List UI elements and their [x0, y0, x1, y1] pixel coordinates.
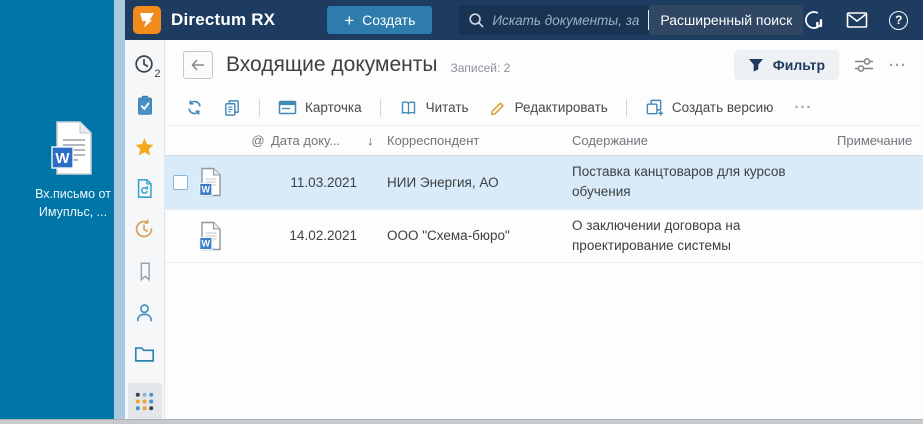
- document-refresh-icon: [134, 177, 156, 200]
- apps-grid-icon: [133, 390, 156, 413]
- toolbar-separator: [379, 98, 381, 117]
- records-count: Записей: 2: [450, 60, 511, 75]
- main-content: Входящие документы Записей: 2 Фильтр ···…: [165, 40, 923, 419]
- cell-content: О заключении договора на проектирование …: [572, 217, 741, 253]
- bookmark-icon: [134, 260, 156, 283]
- window-bottom-edge: [0, 419, 923, 424]
- view-settings-icon[interactable]: [852, 55, 876, 75]
- word-document-icon: W: [199, 167, 245, 197]
- cell-date: 11.03.2021: [290, 174, 357, 190]
- mail-icon[interactable]: [846, 11, 868, 29]
- column-header-date[interactable]: Дата доку...: [271, 133, 367, 148]
- toolbar-separator: [259, 98, 260, 117]
- sidebar-item-recent[interactable]: 2: [128, 52, 162, 80]
- app-title: Directum RX: [171, 10, 276, 29]
- list-toolbar: Карточка Читать Редактировать Создать ве…: [165, 90, 923, 126]
- plus-icon: +: [344, 10, 355, 30]
- svg-text:W: W: [202, 238, 211, 248]
- clock-icon: [133, 53, 156, 76]
- create-version-icon: [645, 98, 664, 117]
- column-header-note[interactable]: Примечание: [837, 133, 912, 148]
- page-more-button[interactable]: ···: [889, 58, 907, 73]
- sidebar-item-apps[interactable]: [127, 383, 162, 420]
- cell-date: 14.02.2021: [289, 228, 357, 244]
- edit-button[interactable]: Редактировать: [482, 95, 615, 121]
- header-icons: ?: [803, 5, 923, 35]
- desktop-file-icon[interactable]: W Вх.письмо от Имупльс, ...: [28, 120, 118, 221]
- pencil-icon: [489, 99, 507, 117]
- star-icon: [133, 136, 156, 159]
- card-button[interactable]: Карточка: [271, 95, 369, 120]
- navigation-rail: 2: [125, 40, 165, 420]
- book-icon: [399, 99, 418, 117]
- table-row[interactable]: W 11.03.2021 НИИ Энергия, АО Поставка ка…: [165, 156, 923, 210]
- word-document-icon: W: [50, 120, 96, 176]
- performance-stats-icon[interactable]: [803, 9, 825, 31]
- page-header: Входящие документы Записей: 2 Фильтр ···: [165, 40, 923, 90]
- sidebar-item-bookmarks[interactable]: [128, 259, 162, 283]
- directum-logo-icon: [133, 6, 161, 34]
- recent-count-badge: 2: [154, 68, 161, 81]
- sidebar-item-favorites[interactable]: [128, 135, 162, 159]
- toolbar-more-button[interactable]: ···: [794, 100, 812, 115]
- copy-button[interactable]: [216, 95, 248, 121]
- app-body: 2 Входящие документы Записей: 2 Фильтр ·…: [125, 40, 923, 420]
- card-icon: [278, 99, 297, 116]
- search-icon: [468, 12, 485, 29]
- toolbar-separator: [625, 98, 627, 117]
- page-title: Входящие документы: [226, 53, 438, 76]
- sidebar-item-folders[interactable]: [128, 342, 162, 366]
- folder-icon: [133, 343, 156, 365]
- search-field[interactable]: [458, 12, 648, 29]
- cell-content: Поставка канцтоваров для курсов обучения: [572, 164, 786, 200]
- word-document-icon: W: [199, 221, 245, 251]
- global-search: Расширенный поиск: [458, 5, 804, 35]
- back-button[interactable]: [183, 51, 213, 79]
- create-version-button[interactable]: Создать версию: [638, 94, 781, 121]
- filter-funnel-icon: [748, 58, 764, 73]
- cell-correspondent: НИИ Энергия, АО: [387, 174, 499, 190]
- create-button[interactable]: + Создать: [327, 6, 433, 34]
- sidebar-item-history[interactable]: [128, 218, 162, 242]
- desktop-file-label: Вх.письмо от Имупльс, ...: [35, 187, 111, 219]
- read-button[interactable]: Читать: [392, 95, 476, 121]
- column-header-content[interactable]: Содержание: [572, 133, 837, 148]
- search-input[interactable]: [492, 12, 641, 28]
- desktop-window-edge: [114, 0, 125, 419]
- sidebar-item-contacts[interactable]: [128, 301, 162, 325]
- help-icon[interactable]: ?: [889, 10, 909, 30]
- table-row[interactable]: W 14.02.2021 ООО "Схема-бюро" О заключен…: [165, 210, 923, 263]
- column-header-correspondent[interactable]: Корреспондент: [387, 133, 572, 148]
- sort-descending-icon[interactable]: ↓: [367, 133, 387, 148]
- person-icon: [133, 301, 156, 324]
- app-header: Directum RX + Создать Расширенный поиск: [125, 0, 923, 40]
- filter-button[interactable]: Фильтр: [733, 50, 839, 80]
- tasks-clipboard-icon: [134, 94, 156, 117]
- cell-correspondent: ООО "Схема-бюро": [387, 228, 510, 244]
- empty-list-area: [165, 263, 923, 419]
- sidebar-item-recent-documents[interactable]: [128, 176, 162, 200]
- svg-text:W: W: [55, 150, 70, 167]
- directum-app-window: Directum RX + Создать Расширенный поиск: [125, 0, 923, 420]
- column-header-email[interactable]: @: [245, 133, 271, 148]
- table-header: @ Дата доку... ↓ Корреспондент Содержани…: [165, 126, 923, 156]
- sidebar-item-tasks[interactable]: [128, 93, 162, 117]
- svg-text:W: W: [202, 185, 211, 195]
- advanced-search-button[interactable]: Расширенный поиск: [649, 5, 804, 35]
- row-checkbox[interactable]: [173, 174, 188, 190]
- history-clock-icon: [133, 218, 156, 241]
- refresh-button[interactable]: [179, 95, 210, 120]
